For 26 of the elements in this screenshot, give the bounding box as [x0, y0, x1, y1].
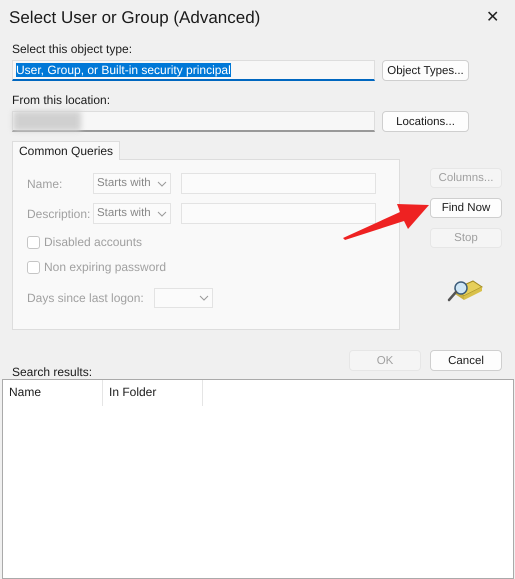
- object-types-button[interactable]: Object Types...: [382, 60, 469, 81]
- window-title: Select User or Group (Advanced): [9, 7, 260, 30]
- chevron-icon: [157, 210, 167, 216]
- dialog-button[interactable]: Cancel: [430, 350, 502, 371]
- locations-button[interactable]: Locations...: [382, 111, 469, 132]
- checkbox-label: Non expiring password: [44, 259, 166, 276]
- chevron-icon: [199, 295, 209, 301]
- column-header[interactable]: In Folder: [103, 380, 203, 406]
- days-dropdown[interactable]: [154, 288, 213, 308]
- search-folder-icon: [447, 279, 483, 303]
- results-label: Search results:: [12, 365, 94, 379]
- field-label: Name:: [27, 176, 64, 192]
- column-header[interactable]: Name: [3, 380, 103, 406]
- field-label: From this location:: [12, 93, 112, 107]
- close-button[interactable]: ✕: [482, 6, 503, 30]
- location-field[interactable]: [12, 111, 375, 132]
- chevron-icon: [157, 180, 167, 186]
- tab[interactable]: Common Queries: [12, 141, 120, 160]
- query-input[interactable]: [181, 203, 376, 224]
- field-label: Select this object type:: [12, 42, 134, 56]
- query-input[interactable]: [181, 173, 376, 194]
- field-label: Days since last logon:: [27, 290, 145, 307]
- object-type-field[interactable]: User, Group, or Built-in security principal: [12, 60, 375, 81]
- query-button[interactable]: Find Now: [430, 198, 502, 218]
- field-label: Description:: [27, 206, 92, 222]
- checkbox-label: Disabled accounts: [44, 234, 142, 251]
